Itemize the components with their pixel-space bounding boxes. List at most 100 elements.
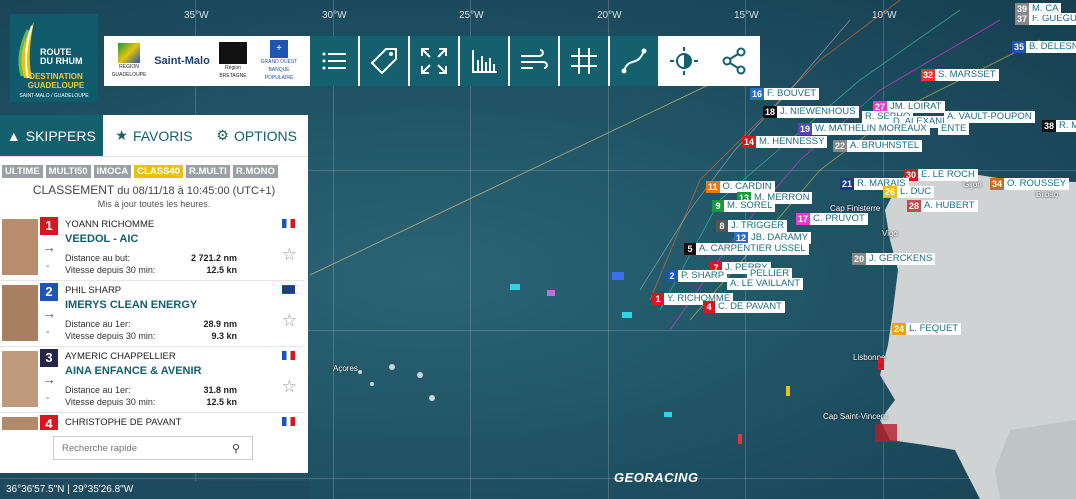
- stat-value: 2 721.2 nm: [190, 253, 237, 263]
- category-class40[interactable]: CLASS40: [134, 165, 183, 178]
- stat-label: Vitesse depuis 30 min:: [65, 397, 156, 407]
- star-icon: ★: [115, 127, 128, 143]
- skipper-list[interactable]: 1 → - YOANN RICHOMME VEEDOL - AIC Distan…: [0, 215, 305, 430]
- contrast-button[interactable]: [660, 36, 710, 86]
- logo-text: DESTINATION: [29, 72, 83, 81]
- uk-flag-icon: [282, 285, 295, 294]
- boat-marker: [878, 358, 884, 370]
- skipper-photo: [2, 351, 38, 407]
- boat-marker: [786, 386, 790, 396]
- map-toolbar: [310, 36, 760, 86]
- expand-button[interactable]: [410, 36, 460, 86]
- star-icon[interactable]: ☆: [282, 377, 297, 397]
- rank-change: -: [46, 393, 50, 404]
- route-icon: [621, 48, 647, 74]
- stat-label: Distance au 1er:: [65, 385, 131, 395]
- search-icon[interactable]: ⚲: [232, 442, 240, 455]
- boat-marker: [510, 284, 520, 290]
- update-note: Mis à jour toutes les heures.: [97, 199, 211, 209]
- stat-value: 12.5 kn: [206, 397, 237, 407]
- quick-search[interactable]: ⚲: [53, 436, 253, 460]
- arrow-right-icon[interactable]: →: [42, 305, 56, 321]
- sponsor-logo: Saint-Malo: [154, 55, 210, 67]
- route-button[interactable]: [610, 36, 660, 86]
- list-icon: [322, 52, 346, 70]
- category-imoca[interactable]: IMOCA: [93, 165, 132, 178]
- category-ultime[interactable]: ULTIME: [2, 165, 43, 178]
- cursor-coordinates: 36°36'57.5"N | 29°35'26.8"W: [0, 481, 310, 499]
- stat-label: Distance au but:: [65, 253, 131, 263]
- stat-value: 28.9 nm: [203, 319, 237, 329]
- share-button[interactable]: [710, 36, 760, 86]
- boat-marker: [622, 312, 632, 318]
- boat-name: VEEDOL - AIC: [65, 233, 139, 245]
- chart-icon: [472, 50, 497, 73]
- logo-subtitle: SAINT-MALO / GUADELOUPE: [19, 93, 89, 99]
- france-flag-icon: [282, 417, 295, 426]
- tab-label: SKIPPERS: [25, 127, 96, 144]
- france-flag-icon: [282, 351, 295, 360]
- category-rmono[interactable]: R.MONO: [232, 165, 278, 178]
- stat-label: Vitesse depuis 30 min:: [65, 331, 156, 341]
- rank-change: -: [46, 327, 50, 338]
- boat-marker: [547, 290, 555, 296]
- share-icon: [722, 47, 746, 75]
- boat-name: AINA ENFANCE & AVENIR: [65, 365, 202, 377]
- tab-skippers[interactable]: ▲ SKIPPERS: [0, 115, 103, 156]
- wind-button[interactable]: [510, 36, 560, 86]
- list-button[interactable]: [310, 36, 360, 86]
- grid-button[interactable]: [560, 36, 610, 86]
- logo-text: GUADELOUPE: [27, 81, 85, 90]
- logo-text: DU RHUM: [40, 56, 83, 66]
- stat-value: 12.5 kn: [206, 265, 237, 275]
- tag-button[interactable]: [360, 36, 410, 86]
- expand-icon: [421, 48, 447, 74]
- skipper-row[interactable]: 3 → - AYMERIC CHAPPELLIER AINA ENFANCE &…: [0, 347, 305, 413]
- tab-label: OPTIONS: [233, 127, 297, 144]
- rank-badge: 3: [40, 349, 58, 367]
- skipper-name: CHRISTOPHE DE PAVANT: [65, 417, 182, 428]
- skipper-photo: [2, 285, 38, 341]
- star-icon[interactable]: ☆: [282, 245, 297, 265]
- arrow-right-icon[interactable]: →: [42, 371, 56, 387]
- skipper-name: YOANN RICHOMME: [65, 219, 155, 230]
- route-du-rhum-logo[interactable]: ROUTE DU RHUM DESTINATION GUADELOUPE SAI…: [10, 14, 98, 102]
- skipper-name: PHIL SHARP: [65, 285, 122, 296]
- rank-change: -: [46, 261, 50, 272]
- skipper-photo: [2, 219, 38, 275]
- category-rmulti[interactable]: R.MULTI: [185, 165, 230, 178]
- category-multi50[interactable]: MULTI50: [45, 165, 91, 178]
- gear-icon: ⚙: [216, 127, 229, 143]
- boat-marker: [664, 412, 672, 417]
- skipper-name: AYMERIC CHAPPELLIER: [65, 351, 176, 362]
- boat-marker: [738, 434, 742, 444]
- skipper-row[interactable]: 2 → - PHIL SHARP IMERYS CLEAN ENERGY Dis…: [0, 281, 305, 347]
- contrast-icon: [670, 47, 698, 75]
- tab-options[interactable]: ⚙ OPTIONS: [205, 115, 308, 156]
- category-filter: ULTIME MULTI50 IMOCA CLASS40 R.MULTI R.M…: [0, 157, 308, 178]
- wind-icon: [521, 49, 548, 69]
- star-icon[interactable]: ☆: [282, 311, 297, 331]
- sailboat-icon: ▲: [6, 127, 21, 144]
- chart-button[interactable]: [460, 36, 510, 86]
- skipper-photo: [2, 417, 38, 430]
- rank-badge: 1: [40, 217, 58, 235]
- boat-marker: [875, 424, 897, 442]
- skipper-row[interactable]: 4 CHRISTOPHE DE PAVANT: [0, 413, 305, 430]
- france-flag-icon: [282, 219, 295, 228]
- sail-icon: [14, 20, 40, 80]
- rank-badge: 4: [40, 415, 58, 430]
- arrow-right-icon[interactable]: →: [42, 239, 56, 255]
- tag-icon: [370, 48, 397, 75]
- grid-icon: [571, 48, 597, 74]
- stat-label: Distance au 1er:: [65, 319, 131, 329]
- search-input[interactable]: [62, 442, 232, 454]
- skippers-panel: ▲ SKIPPERS ★ FAVORIS ⚙ OPTIONS ULTIME MULTI…: [0, 115, 308, 473]
- stat-label: Vitesse depuis 30 min:: [65, 265, 156, 275]
- stat-value: 31.8 nm: [203, 385, 237, 395]
- sponsor-logo: Région BRETAGNE: [217, 42, 249, 80]
- boat-name: IMERYS CLEAN ENERGY: [65, 299, 198, 311]
- skipper-row[interactable]: 1 → - YOANN RICHOMME VEEDOL - AIC Distan…: [0, 215, 305, 281]
- tab-favoris[interactable]: ★ FAVORIS: [103, 115, 206, 156]
- panel-tabs: ▲ SKIPPERS ★ FAVORIS ⚙ OPTIONS: [0, 115, 308, 157]
